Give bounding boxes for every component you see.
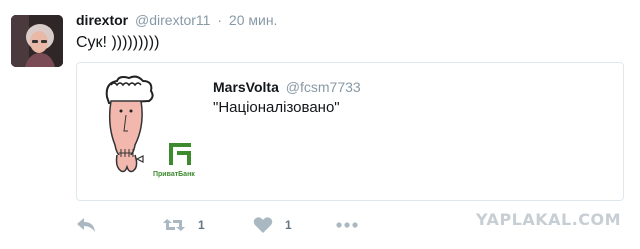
reply-icon xyxy=(76,216,96,234)
quoted-author-name[interactable]: MarsVolta xyxy=(213,79,279,95)
heart-icon xyxy=(253,216,273,234)
separator: · xyxy=(217,12,223,28)
like-count: 1 xyxy=(285,218,292,232)
tweet: dirextor @dirextor11 · 20 мин. Сук! ))))… xyxy=(0,0,640,249)
more-button[interactable] xyxy=(336,214,358,236)
retweet-button[interactable]: 1 xyxy=(162,214,205,236)
quoted-author-handle[interactable]: @fcsm7733 xyxy=(286,79,361,95)
tweet-text: Сук! ))))))))) xyxy=(76,34,160,51)
watermark: YAPLAKAL.COM xyxy=(476,210,622,229)
quoted-tweet[interactable]: ПриватБанк MarsVolta @fcsm7733 "Націонал… xyxy=(76,62,624,201)
tweet-header: dirextor @dirextor11 · 20 мин. xyxy=(76,12,277,28)
avatar[interactable] xyxy=(11,15,63,67)
quoted-header: MarsVolta @fcsm7733 xyxy=(213,79,361,95)
tweet-actions: 1 1 xyxy=(76,214,376,236)
like-button[interactable]: 1 xyxy=(253,214,292,236)
timestamp[interactable]: 20 мин. xyxy=(229,12,278,28)
more-dots-icon xyxy=(336,221,358,229)
retweet-count: 1 xyxy=(198,218,205,232)
privatbank-logo-text: ПриватБанк xyxy=(153,171,195,178)
quoted-text: "Націоналізовано" xyxy=(213,99,340,116)
reply-button[interactable] xyxy=(76,214,96,236)
retweet-icon xyxy=(162,216,186,234)
quoted-image: ПриватБанк xyxy=(97,75,201,185)
author-name[interactable]: dirextor xyxy=(76,12,128,28)
author-handle[interactable]: @dirextor11 xyxy=(135,12,210,28)
